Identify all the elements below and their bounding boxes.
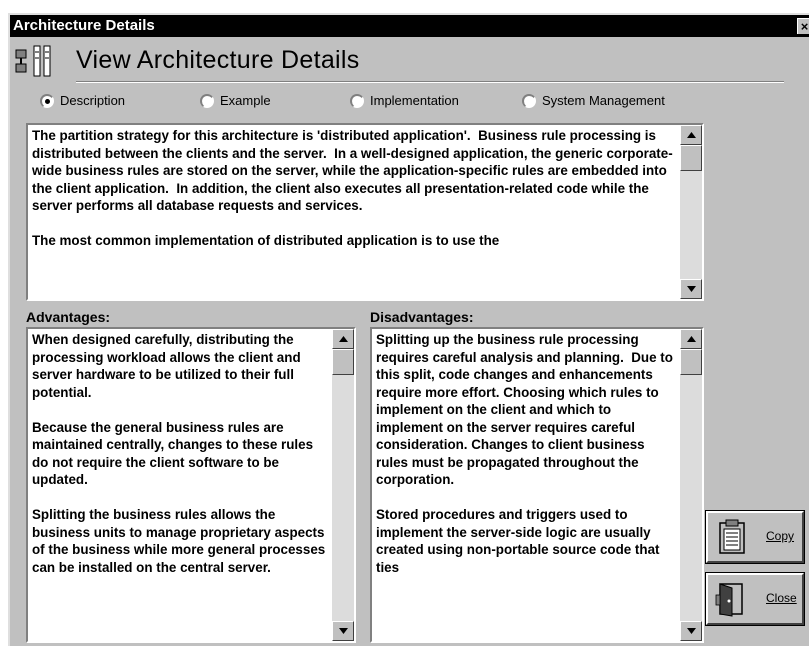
radio-example-label: Example <box>220 93 271 108</box>
radio-implementation-label: Implementation <box>370 93 459 108</box>
scroll-thumb[interactable] <box>680 145 702 171</box>
radio-implementation[interactable]: Implementation <box>350 93 459 108</box>
architecture-details-window: Architecture Details × View Architecture… <box>8 13 809 646</box>
header-divider <box>76 81 784 83</box>
disadvantages-text: Splitting up the business rule processin… <box>376 332 673 575</box>
scroll-up-button[interactable] <box>332 329 354 349</box>
radio-system-management-indicator <box>522 93 536 108</box>
radio-description-indicator <box>40 93 54 108</box>
radio-example[interactable]: Example <box>200 93 271 108</box>
down-arrow-icon <box>687 286 696 292</box>
radio-implementation-indicator <box>350 93 364 108</box>
clipboard-icon <box>719 519 745 554</box>
description-scrollbar[interactable] <box>680 125 702 299</box>
up-arrow-icon <box>339 336 348 342</box>
title-bar: Architecture Details × <box>10 15 809 37</box>
advantages-text: When designed carefully, distributing th… <box>32 332 326 575</box>
copy-button-label: Copy <box>766 529 795 543</box>
scroll-down-button[interactable] <box>680 279 702 299</box>
up-arrow-icon <box>687 336 696 342</box>
radio-description[interactable]: Description <box>40 93 125 108</box>
scroll-up-button[interactable] <box>680 125 702 145</box>
radio-system-management-label: System Management <box>542 93 665 108</box>
advantages-scrollbar[interactable] <box>332 329 354 641</box>
description-text: The partition strategy for this architec… <box>32 128 673 248</box>
scroll-thumb[interactable] <box>680 349 702 375</box>
disadvantages-scrollbar[interactable] <box>680 329 702 641</box>
down-arrow-icon <box>339 628 348 634</box>
radio-example-indicator <box>200 93 214 108</box>
scroll-down-button[interactable] <box>680 621 702 641</box>
page-header: View Architecture Details <box>14 42 794 83</box>
disadvantages-textbox[interactable]: Splitting up the business rule processin… <box>370 327 704 643</box>
architecture-icon <box>15 45 51 77</box>
disadvantages-label: Disadvantages: <box>370 309 474 325</box>
advantages-textbox[interactable]: When designed carefully, distributing th… <box>26 327 356 643</box>
radio-description-label: Description <box>60 93 126 108</box>
scroll-thumb[interactable] <box>332 349 354 375</box>
radio-system-management[interactable]: System Management <box>522 93 665 108</box>
view-mode-radio-group: Description Example Implementation Syste… <box>30 93 730 115</box>
close-button[interactable]: Close <box>705 572 805 626</box>
door-exit-icon <box>715 583 743 617</box>
close-button-label: Close <box>766 591 797 605</box>
advantages-label: Advantages: <box>26 309 111 325</box>
window-title: Architecture Details <box>13 17 155 34</box>
description-textbox[interactable]: The partition strategy for this architec… <box>26 123 704 301</box>
up-arrow-icon <box>687 132 696 138</box>
window-close-button[interactable]: × <box>797 18 809 34</box>
scroll-up-button[interactable] <box>680 329 702 349</box>
down-arrow-icon <box>687 628 696 634</box>
scroll-down-button[interactable] <box>332 621 354 641</box>
copy-button[interactable]: Copy <box>705 510 805 564</box>
page-title: View Architecture Details <box>76 46 360 74</box>
